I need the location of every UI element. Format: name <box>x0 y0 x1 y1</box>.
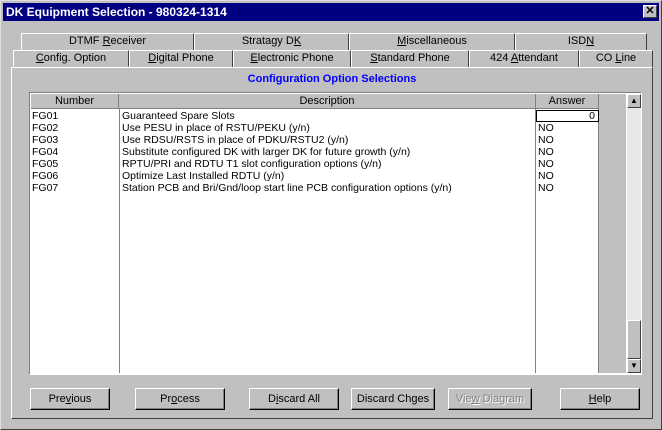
cell-answer[interactable]: NO <box>538 182 596 194</box>
column-header-number[interactable]: Number <box>31 94 119 109</box>
tab-row-front: Config. Option Digital Phone Electronic … <box>13 50 653 67</box>
cell-description: Optimize Last Installed RDTU (y/n) <box>122 170 285 182</box>
scroll-thumb[interactable] <box>627 320 641 359</box>
table-row[interactable]: FG07 Station PCB and Bri/Gnd/loop start … <box>31 182 599 194</box>
tab-row-back: DTMF Receiver Stratagy DK Miscellaneous … <box>21 33 647 50</box>
cell-description: Substitute configured DK with larger DK … <box>122 146 411 158</box>
help-button[interactable]: Help <box>560 388 640 410</box>
tab-electronic-phone[interactable]: Electronic Phone <box>233 50 351 67</box>
config-options-grid: Number Description Answer FG01 Guarantee… <box>29 92 642 375</box>
table-row[interactable]: FG01 Guaranteed Spare Slots 0 <box>31 110 599 122</box>
vertical-scrollbar[interactable]: ▲ ▼ <box>627 94 641 373</box>
cell-answer[interactable]: NO <box>538 134 596 146</box>
table-row[interactable]: FG02 Use PESU in place of RSTU/PEKU (y/n… <box>31 122 599 134</box>
title-bar[interactable]: DK Equipment Selection - 980324-1314 ✕ <box>3 3 659 21</box>
cell-number: FG03 <box>32 134 59 146</box>
config-option-panel: Configuration Option Selections Number D… <box>11 67 653 419</box>
table-row[interactable]: FG06 Optimize Last Installed RDTU (y/n) … <box>31 170 599 182</box>
window-title: DK Equipment Selection - 980324-1314 <box>6 5 227 19</box>
tab-config-option[interactable]: Config. Option <box>13 50 129 67</box>
cell-answer[interactable]: NO <box>538 170 596 182</box>
cell-answer[interactable]: NO <box>538 122 596 134</box>
tab-miscellaneous[interactable]: Miscellaneous <box>349 33 515 50</box>
tab-standard-phone[interactable]: Standard Phone <box>351 50 469 67</box>
cell-answer[interactable]: NO <box>538 158 596 170</box>
cell-number: FG04 <box>32 146 59 158</box>
cell-number: FG06 <box>32 170 59 182</box>
table-row[interactable]: FG05 RPTU/PRI and RDTU T1 slot configura… <box>31 158 599 170</box>
cell-description: Station PCB and Bri/Gnd/loop start line … <box>122 182 452 194</box>
section-title: Configuration Option Selections <box>247 73 417 85</box>
process-button[interactable]: Process <box>135 388 225 410</box>
cell-description: Use RDSU/RSTS in place of PDKU/RSTU2 (y/… <box>122 134 349 146</box>
tab-stratagy-dk[interactable]: Stratagy DK <box>194 33 349 50</box>
button-bar: Previous Process Discard All Discard Chg… <box>30 388 642 410</box>
table-row[interactable]: FG03 Use RDSU/RSTS in place of PDKU/RSTU… <box>31 134 599 146</box>
cell-number: FG02 <box>32 122 59 134</box>
scroll-down-arrow-icon[interactable]: ▼ <box>627 359 641 373</box>
cell-description: RPTU/PRI and RDTU T1 slot configuration … <box>122 158 382 170</box>
cell-number: FG05 <box>32 158 59 170</box>
tab-digital-phone[interactable]: Digital Phone <box>129 50 233 67</box>
cell-number: FG01 <box>32 110 59 122</box>
tab-424-attendant[interactable]: 424 Attendant <box>469 50 579 67</box>
cell-description: Guaranteed Spare Slots <box>122 110 235 122</box>
close-button[interactable]: ✕ <box>643 5 657 18</box>
previous-button[interactable]: Previous <box>30 388 110 410</box>
column-header-description[interactable]: Description <box>119 94 536 109</box>
cell-number: FG07 <box>32 182 59 194</box>
cell-answer[interactable]: NO <box>538 146 596 158</box>
scroll-up-arrow-icon[interactable]: ▲ <box>627 94 641 108</box>
grid-empty-area <box>599 94 626 373</box>
table-row[interactable]: FG04 Substitute configured DK with large… <box>31 146 599 158</box>
cell-description: Use PESU in place of RSTU/PEKU (y/n) <box>122 122 310 134</box>
dk-equipment-selection-window: DK Equipment Selection - 980324-1314 ✕ D… <box>0 0 662 430</box>
tab-isdn[interactable]: ISDN <box>515 33 647 50</box>
discard-changes-button[interactable]: Discard Chges <box>351 388 435 410</box>
tab-dtmf-receiver[interactable]: DTMF Receiver <box>21 33 194 50</box>
view-diagram-button[interactable]: View Diagram <box>448 388 532 410</box>
column-header-answer[interactable]: Answer <box>536 94 599 109</box>
answer-input[interactable]: 0 <box>536 110 599 122</box>
discard-all-button[interactable]: Discard All <box>249 388 339 410</box>
tab-co-line[interactable]: CO Line <box>579 50 653 67</box>
